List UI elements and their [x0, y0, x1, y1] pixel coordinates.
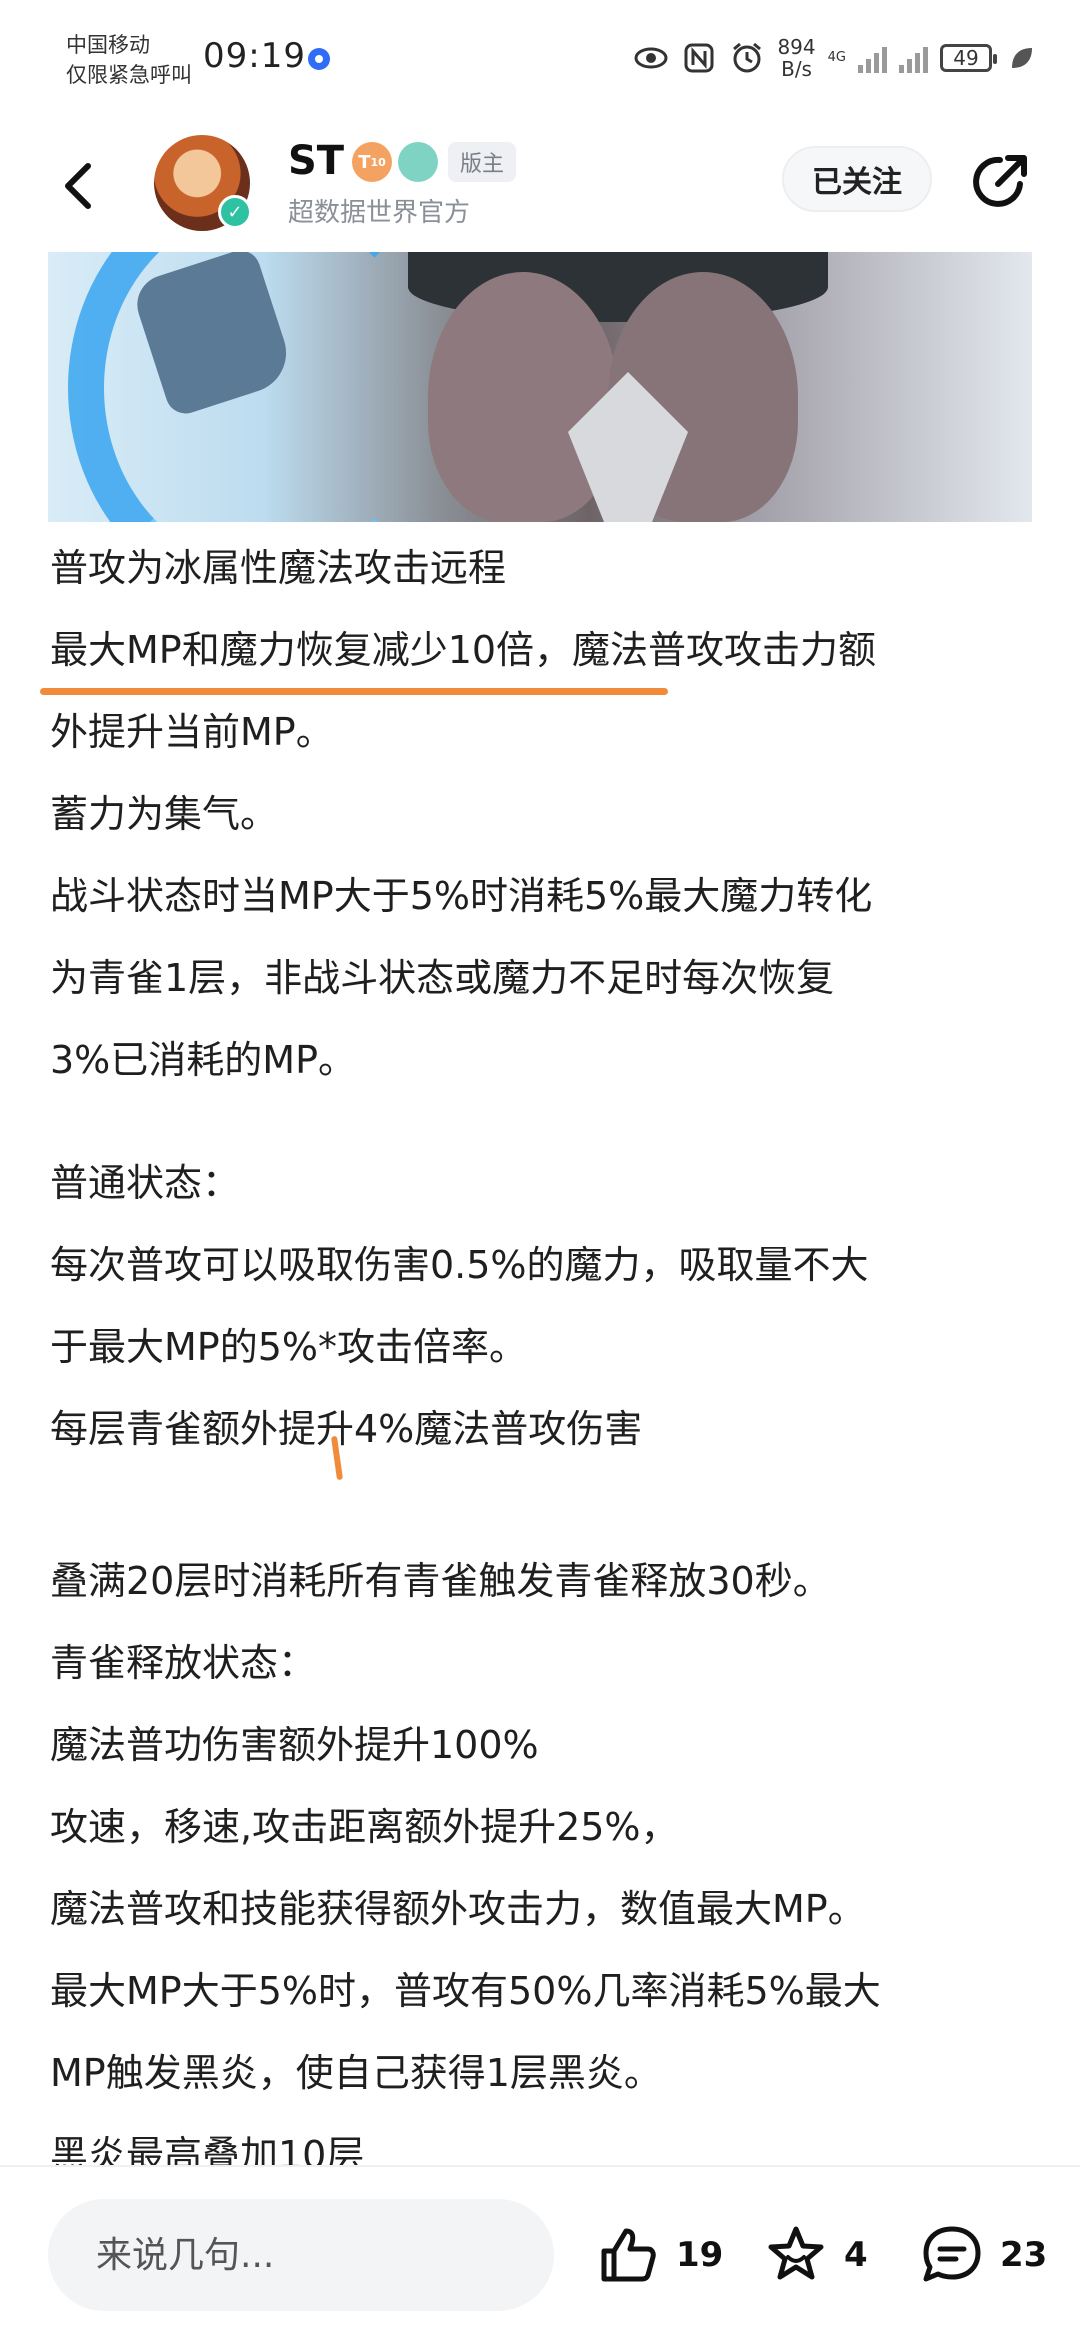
- net-speed: 894 B/s: [777, 36, 815, 80]
- carrier-info: 中国移动 仅限紧急呼叫: [66, 30, 192, 90]
- user-subtitle: 超数据世界官方: [288, 198, 471, 228]
- net-speed-value: 894: [777, 35, 816, 59]
- paragraph-line: 最大MP和魔力恢复减少10倍，魔法普攻攻击力额: [50, 628, 877, 672]
- paragraph-line: 普通状态：: [50, 1161, 241, 1205]
- paragraph-line: 最大MP大于5%时，普攻有50%几率消耗5%最大: [50, 1969, 881, 2013]
- paragraph-line: 蓄力为集气。: [50, 792, 279, 836]
- post-header: ✓ ST T 10 版主 超数据世界官方 已关注: [0, 120, 1080, 250]
- signal-bars-icon: [858, 43, 887, 73]
- paragraph-line: 叠满20层时消耗所有青雀触发青雀释放30秒。: [50, 1559, 831, 1603]
- paragraph-line: 3%已消耗的MP。: [50, 1038, 356, 1082]
- paragraph-line: 攻速，移速,攻击距离额外提升25%，: [50, 1805, 679, 1849]
- alarm-icon: [729, 40, 765, 76]
- highlight-underline: [40, 688, 668, 695]
- favorite-button[interactable]: 4: [762, 2219, 868, 2291]
- leaf-icon: [1004, 40, 1040, 76]
- back-button[interactable]: [50, 156, 110, 216]
- paragraph-line: 于最大MP的5%*攻击倍率。: [50, 1325, 527, 1369]
- medal-badge-icon: [398, 142, 438, 182]
- star-icon: [768, 2226, 824, 2280]
- follow-button[interactable]: 已关注: [782, 146, 932, 212]
- no-sim-icon: [899, 43, 928, 73]
- paragraph-line: 每层青雀额外提升4%魔法普攻伤害: [50, 1407, 643, 1451]
- thumbs-up-icon: [601, 2228, 656, 2282]
- like-count: 19: [676, 2235, 724, 2275]
- net-speed-unit: B/s: [781, 57, 812, 81]
- eye-icon: [633, 40, 669, 76]
- battery-icon: 49: [940, 44, 997, 72]
- paragraph-line: 外提升当前MP。: [50, 710, 334, 754]
- share-button[interactable]: [968, 148, 1034, 214]
- paragraph-line: 每次普攻可以吸取伤害0.5%的魔力，吸取量不大: [50, 1243, 869, 1287]
- like-button[interactable]: 19: [594, 2219, 723, 2291]
- nfc-icon: [681, 40, 717, 76]
- paragraph-line: 魔法普功伤害额外提升100%: [50, 1723, 539, 1767]
- battery-level: 49: [953, 46, 979, 70]
- post-artwork-image[interactable]: [48, 252, 1032, 522]
- moderator-tag: 版主: [448, 142, 517, 182]
- chevron-left-icon: [65, 163, 91, 209]
- paragraph-line: 普攻为冰属性魔法攻击远程: [50, 546, 507, 590]
- bottom-action-bar: 19 4 23: [0, 2165, 1080, 2342]
- comment-input[interactable]: [48, 2199, 554, 2311]
- share-icon: [973, 155, 1027, 207]
- status-icons: 894 B/s 4G 49: [633, 34, 1040, 82]
- favorite-count: 4: [844, 2235, 868, 2275]
- carrier-name: 中国移动: [66, 33, 150, 57]
- comment-bubble-icon: [923, 2226, 981, 2282]
- paragraph-line: 为青雀1层，非战斗状态或魔力不足时每次恢复: [50, 956, 835, 1000]
- paragraph-line: MP触发黑炎，使自己获得1层黑炎。: [50, 2051, 662, 2095]
- paragraph-line: 战斗状态时当MP大于5%时消耗5%最大魔力转化: [50, 874, 873, 918]
- level-badge-icon: T 10: [352, 142, 392, 182]
- status-bar: 中国移动 仅限紧急呼叫 09:19 894 B/s 4G 49: [0, 0, 1080, 120]
- paragraph-line: 魔法普攻和技能获得额外攻击力，数值最大MP。: [50, 1887, 866, 1931]
- location-icon: [308, 48, 330, 70]
- emergency-only-text: 仅限紧急呼叫: [66, 63, 192, 87]
- signal-type: 4G: [827, 50, 846, 65]
- clock: 09:19: [203, 36, 306, 76]
- paragraph-line: 青雀释放状态：: [50, 1641, 317, 1685]
- comment-count: 23: [1000, 2235, 1048, 2275]
- username[interactable]: ST: [288, 138, 344, 184]
- comment-button[interactable]: 23: [918, 2219, 1047, 2291]
- verified-icon: ✓: [218, 195, 252, 229]
- signal-icon: 4G: [828, 51, 846, 65]
